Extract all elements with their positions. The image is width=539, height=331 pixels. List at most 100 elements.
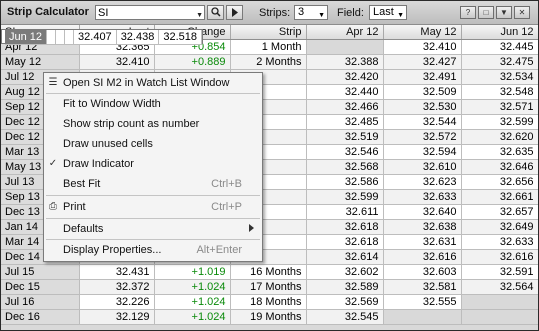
cell-may[interactable]: 32.544 [383,114,462,130]
play-button[interactable] [226,5,243,20]
row-contract-name[interactable]: Dec 16 [1,309,80,325]
table-row[interactable]: Jul 15 32.431 +1.019 16 Months 32.602 32.603 3… [1,264,538,280]
cell-jun[interactable]: 32.616 [461,249,538,265]
row-contract-name[interactable]: Jul 16 [1,294,80,310]
menu-item-display-properties[interactable]: Display Properties... Alt+Enter [44,240,262,260]
cell-jun[interactable]: 32.571 [461,99,538,115]
cell-apr[interactable]: 32.611 [306,204,384,220]
cell-apr[interactable]: 32.466 [306,99,384,115]
cell-change[interactable]: +1.024 [154,309,231,325]
cell-may[interactable]: 32.640 [383,204,462,220]
cell-jun[interactable]: 32.591 [461,264,538,280]
cell-change[interactable]: +1.024 [154,279,231,295]
cell-may[interactable]: 32.530 [383,99,462,115]
cell-change[interactable]: +0.889 [154,54,231,70]
menu-item-fit-width[interactable]: Fit to Window Width [44,94,262,114]
cell-jun[interactable]: 32.646 [461,159,538,175]
cell-jun[interactable]: 32.475 [461,54,538,70]
cell-strip[interactable]: 18 Months [230,294,307,310]
cell-jun[interactable]: 32.548 [461,84,538,100]
table-row[interactable]: May 12 32.410 +0.889 2 Months 32.388 32.427 32… [1,54,538,70]
cell-may[interactable]: 32.555 [383,294,462,310]
cell-may[interactable]: 32.610 [383,159,462,175]
cell-strip[interactable]: 1 Month [230,39,307,55]
table-row[interactable]: Dec 16 32.129 +1.024 19 Months 32.545 [1,309,538,325]
cell-may[interactable]: 32.603 [383,264,462,280]
field-select[interactable]: Last ▼ [369,5,407,20]
strips-select[interactable]: 3 ▼ [294,5,328,20]
cell-apr[interactable]: 32.618 [306,219,384,235]
cell-jun[interactable]: 32.445 [461,39,538,55]
menu-item-strip-count[interactable]: Show strip count as number [44,114,262,134]
restore-button[interactable]: □ [478,6,494,19]
cell-may[interactable]: 32.623 [383,174,462,190]
cell-apr[interactable]: 32.545 [306,309,384,325]
cell-apr[interactable]: 32.589 [306,279,384,295]
cell-apr[interactable]: 32.614 [306,249,384,265]
cell-apr[interactable]: 32.519 [306,129,384,145]
cell-jun[interactable]: 32.534 [461,70,538,85]
cell-may[interactable]: 32.491 [383,70,462,85]
menu-button[interactable]: ▼ [496,6,512,19]
row-contract-name[interactable]: Jun 12 [5,30,48,45]
cell-jun[interactable]: 32.518 [158,30,202,45]
cell-may[interactable]: 32.427 [383,54,462,70]
cell-apr[interactable] [306,39,384,55]
cell-apr[interactable]: 32.546 [306,144,384,160]
cell-apr[interactable]: 32.602 [306,264,384,280]
menu-item-defaults[interactable]: Defaults [44,219,262,239]
cell-apr[interactable]: 32.407 [73,30,117,45]
cell-may[interactable]: 32.438 [116,30,160,45]
cell-may[interactable]: 32.509 [383,84,462,100]
search-button[interactable] [207,5,224,20]
cell-last[interactable]: 32.410 [79,54,155,70]
cell-change[interactable] [55,30,66,45]
cell-jun[interactable]: 32.599 [461,114,538,130]
column-header[interactable]: Jun 12 [461,25,538,40]
cell-may[interactable]: 32.633 [383,189,462,205]
cell-strip[interactable] [64,30,75,45]
cell-apr[interactable]: 32.586 [306,174,384,190]
cell-last[interactable] [46,30,57,45]
cell-jun[interactable]: 32.620 [461,129,538,145]
row-contract-name[interactable]: Dec 15 [1,279,80,295]
cell-apr[interactable]: 32.599 [306,189,384,205]
help-button[interactable]: ? [460,6,476,19]
cell-strip[interactable]: 16 Months [230,264,307,280]
menu-item-draw-indicator[interactable]: ✓ Draw Indicator [44,154,262,174]
cell-apr[interactable]: 32.485 [306,114,384,130]
cell-strip[interactable]: 17 Months [230,279,307,295]
cell-may[interactable]: 32.572 [383,129,462,145]
cell-may[interactable]: 32.638 [383,219,462,235]
close-button[interactable]: ✕ [514,6,530,19]
cell-apr[interactable]: 32.568 [306,159,384,175]
menu-item-best-fit[interactable]: Best Fit Ctrl+B [44,174,262,194]
cell-jun[interactable]: 32.649 [461,219,538,235]
cell-jun[interactable]: 32.656 [461,174,538,190]
symbol-input[interactable]: SI ▼ [95,5,205,20]
cell-apr[interactable]: 32.569 [306,294,384,310]
cell-jun[interactable]: 32.564 [461,279,538,295]
table-row[interactable]: Jul 16 32.226 +1.024 18 Months 32.569 32.555 [1,294,538,310]
cell-last[interactable]: 32.129 [79,309,155,325]
cell-jun[interactable]: 32.633 [461,234,538,250]
cell-strip[interactable]: 2 Months [230,54,307,70]
cell-apr[interactable]: 32.388 [306,54,384,70]
row-contract-name[interactable]: May 12 [1,54,80,70]
cell-may[interactable]: 32.581 [383,279,462,295]
cell-last[interactable]: 32.372 [79,279,155,295]
column-header[interactable]: Strip [230,25,307,40]
cell-may[interactable]: 32.631 [383,234,462,250]
cell-strip[interactable]: 19 Months [230,309,307,325]
cell-apr[interactable]: 32.440 [306,84,384,100]
table-row[interactable]: Dec 15 32.372 +1.024 17 Months 32.589 32.581 3… [1,279,538,295]
menu-item-open-watch-list[interactable]: ☰ Open SI M2 in Watch List Window [44,73,262,93]
cell-jun[interactable]: 32.635 [461,144,538,160]
cell-jun[interactable] [461,294,538,310]
menu-item-print[interactable]: ⎙ Print Ctrl+P [44,197,262,217]
cell-may[interactable]: 32.616 [383,249,462,265]
cell-jun[interactable]: 32.657 [461,204,538,220]
cell-jun[interactable] [461,309,538,325]
cell-change[interactable]: +1.024 [154,294,231,310]
cell-may[interactable]: 32.410 [383,39,462,55]
